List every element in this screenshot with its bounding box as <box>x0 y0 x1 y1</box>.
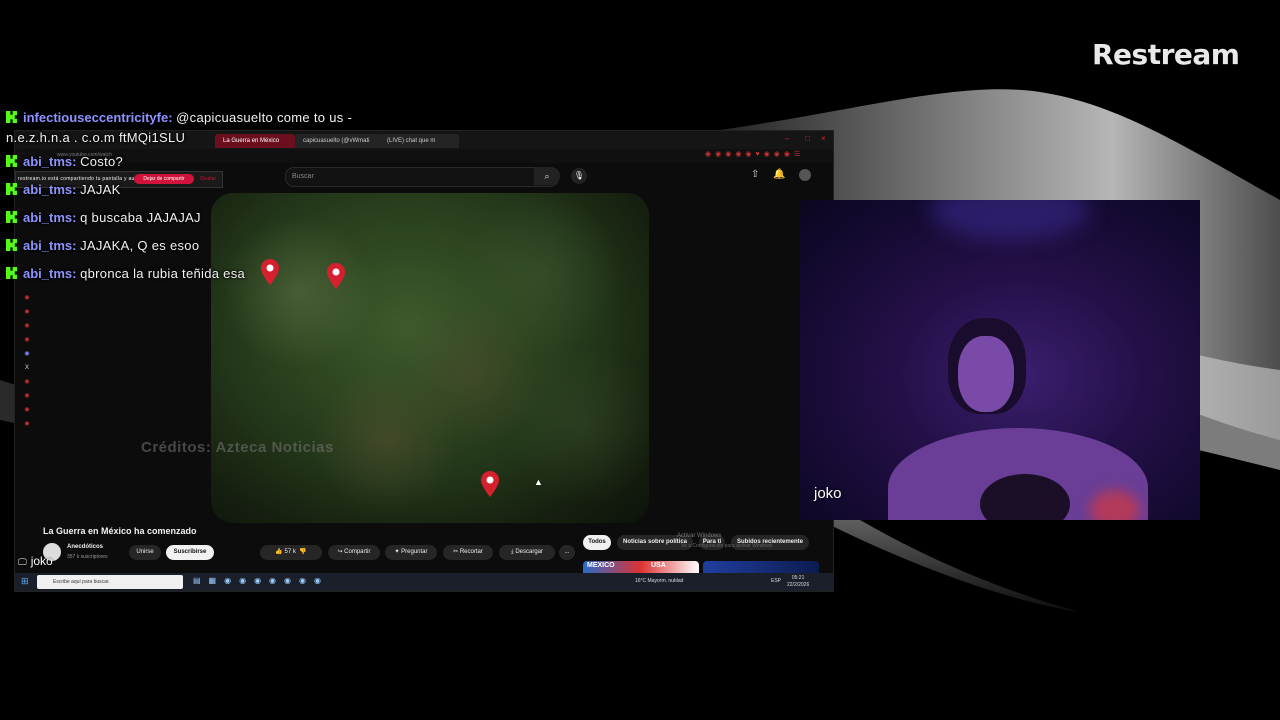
video-title: La Guerra en México ha comenzado <box>43 526 197 536</box>
sparkle-icon: ✦ <box>394 549 400 555</box>
download-button[interactable]: ⤓ Descargar <box>499 545 555 560</box>
chat-username: infectiouseccentricityfe: <box>23 110 173 125</box>
activate-windows-subtext: Ve a Configuración para activar Windows. <box>681 543 774 549</box>
screen-share-label: 🖵 joko <box>18 554 53 568</box>
download-icon: ⤓ <box>510 549 514 555</box>
taskbar-app-icons[interactable]: ▤▦◉◉◉◉◉◉◉ <box>193 576 329 585</box>
screen-share-name: joko <box>30 554 53 568</box>
account-avatar[interactable] <box>799 169 811 181</box>
kick-icon <box>6 239 17 251</box>
join-button[interactable]: Unirse <box>129 545 161 560</box>
search-icon[interactable]: ⌕ <box>534 167 560 185</box>
kick-icon <box>6 111 17 123</box>
webcam-feed <box>800 200 1200 520</box>
like-dislike-button[interactable]: 👍 57 k 👎 <box>260 545 322 560</box>
chat-message: infectiouseccentricityfe: @capicuasuelto… <box>6 104 426 148</box>
chat-text-continued: n.e.z.h.n.a . c.o.m ftMQi1SLU <box>6 130 186 145</box>
like-count: 57 k <box>284 549 296 555</box>
kick-icon <box>6 183 17 195</box>
subscriber-count: 357 k suscriptores <box>67 554 108 560</box>
minimize-icon[interactable]: – <box>785 134 789 143</box>
channel-name[interactable]: Anecdóticos <box>67 544 103 550</box>
windows-taskbar: ⊞ Escribe aquí para buscar. ▤▦◉◉◉◉◉◉◉ 16… <box>15 573 833 591</box>
chat-username: abi_tms: <box>23 154 77 169</box>
chat-username: abi_tms: <box>23 210 77 225</box>
ask-label: Preguntar <box>401 549 428 555</box>
browser-sidebar-icons[interactable]: ◉ ◉ ◉ ◉ ◉ X ◉ ◉ ◉ ◉ <box>21 291 33 431</box>
language-indicator[interactable]: ESP <box>771 578 781 584</box>
thumbnail-text: USA <box>651 562 666 569</box>
taskbar-clock[interactable]: 05:21 22/2/2026 <box>787 575 809 589</box>
chat-message: abi_tms: JAJAKA, Q es esoo <box>6 232 426 260</box>
taskbar-search-placeholder: Escribe aquí para buscar. <box>53 579 110 585</box>
notifications-bell-icon[interactable]: 🔔 <box>773 169 785 180</box>
chat-message: abi_tms: qbronca la rubia teñida esa <box>6 260 426 288</box>
activate-windows-watermark: Activar Windows <box>677 533 722 539</box>
chat-message: abi_tms: q buscaba JAJAJAJ <box>6 204 426 232</box>
chat-username: abi_tms: <box>23 266 77 281</box>
chat-text: @capicuasuelto come to us - <box>176 110 353 125</box>
video-credit-watermark: Créditos: Azteca Noticias <box>141 439 334 456</box>
clock-date: 22/2/2026 <box>787 582 810 588</box>
upload-icon[interactable]: ⇧ <box>751 169 759 180</box>
chat-text: JAJAKA, Q es esoo <box>80 238 200 253</box>
kick-icon <box>6 267 17 279</box>
monitor-icon: 🖵 <box>18 557 27 567</box>
chat-text: qbronca la rubia teñida esa <box>80 266 246 281</box>
chat-message: abi_tms: Costo? <box>6 148 426 176</box>
chat-username: abi_tms: <box>23 238 77 253</box>
more-actions-button[interactable]: ... <box>559 545 575 560</box>
chat-username: abi_tms: <box>23 182 77 197</box>
mouse-cursor-icon: ▲ <box>534 477 543 487</box>
maximize-icon[interactable]: □ <box>805 134 810 143</box>
kick-icon <box>6 211 17 223</box>
thumbnail-text: MEXICO <box>587 562 615 569</box>
windows-start-icon[interactable]: ⊞ <box>21 576 29 587</box>
share-icon: ↪ <box>337 549 343 555</box>
download-label: Descargar <box>515 549 543 555</box>
scissors-icon: ✂ <box>453 549 459 555</box>
thumbs-down-icon: 👎 <box>299 549 307 555</box>
restream-logo: Restream <box>1092 38 1240 71</box>
share-label: Compartir <box>344 549 371 555</box>
clip-button[interactable]: ✂ Recortar <box>443 545 493 560</box>
clip-label: Recortar <box>459 549 483 555</box>
weather-widget[interactable]: 16°C Mayorm. nublad <box>635 578 683 584</box>
clock-time: 05:21 <box>791 575 805 581</box>
chip-all[interactable]: Todos <box>583 535 611 550</box>
share-button[interactable]: ↪ Compartir <box>328 545 380 560</box>
taskbar-search-input[interactable]: Escribe aquí para buscar. <box>37 575 183 589</box>
map-pin-icon <box>481 471 499 497</box>
ask-button[interactable]: ✦ Preguntar <box>385 545 437 560</box>
close-icon[interactable]: × <box>821 134 826 143</box>
thumbs-up-icon: 👍 <box>275 549 283 555</box>
webcam-label: joko <box>814 485 842 502</box>
kick-icon <box>6 155 17 167</box>
chat-message: abi_tms: JAJAK <box>6 176 426 204</box>
chat-overlay: infectiouseccentricityfe: @capicuasuelto… <box>6 104 426 288</box>
microphone-icon[interactable]: 🎙 <box>571 168 587 184</box>
chat-text: Costo? <box>80 154 124 169</box>
chat-text: q buscaba JAJAJAJ <box>80 210 201 225</box>
subscribe-button[interactable]: Suscribirse <box>166 545 214 560</box>
extension-icons[interactable]: ◉◉◉◉◉♥◉◉◉☰ <box>705 150 804 158</box>
chat-text: JAJAK <box>80 182 121 197</box>
